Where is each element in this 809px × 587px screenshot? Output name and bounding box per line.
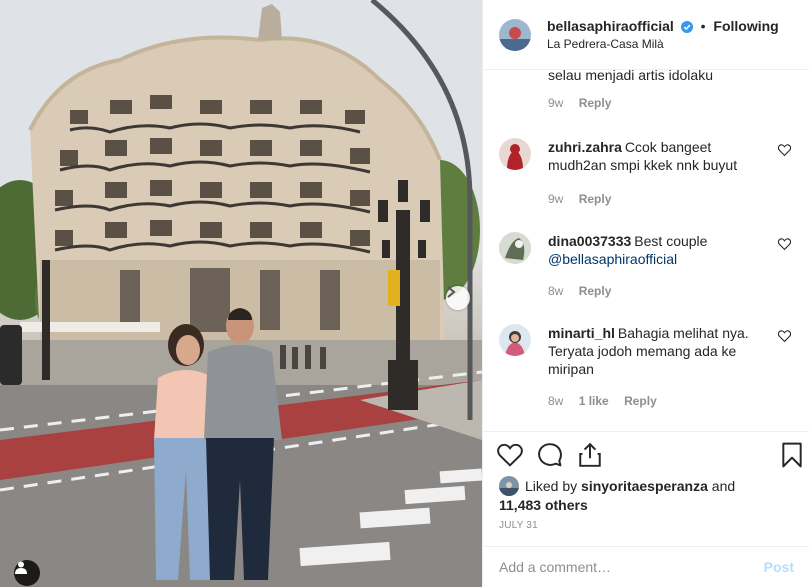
comment-time[interactable]: 9w (548, 192, 563, 206)
tagged-users-button[interactable] (14, 560, 40, 586)
liker-username[interactable]: sinyoritaesperanza (581, 478, 708, 494)
post-date[interactable]: JULY 31 (499, 520, 538, 531)
add-comment-input[interactable]: Add a comment… (499, 559, 764, 575)
comment-time[interactable]: 8w (548, 394, 563, 408)
commenter-avatar[interactable] (499, 232, 531, 264)
share-icon[interactable] (577, 442, 603, 468)
verified-badge-icon (680, 20, 693, 33)
next-photo-button[interactable] (446, 286, 470, 310)
action-bar (483, 431, 809, 480)
comment-likes-count[interactable]: 1 like (579, 394, 609, 408)
commenter-avatar[interactable] (499, 138, 531, 170)
author-username[interactable]: bellasaphiraofficial (547, 18, 674, 34)
separator-dot: • (700, 17, 706, 34)
reply-button[interactable]: Reply (624, 394, 657, 408)
likes-others-link[interactable]: 11,483 others (499, 497, 588, 513)
reply-button[interactable]: Reply (579, 284, 612, 298)
comment-text: zuhri.zahra Ccok bangeet mudh2an smpi kke… (548, 139, 738, 173)
comments-list: selau menjadi artis idolaku 9w Reply zuh… (483, 70, 809, 431)
header-meta: bellasaphiraofficial • Following La Pedr… (547, 17, 779, 53)
post-location[interactable]: La Pedrera-Casa Milà (547, 35, 779, 53)
liker-avatar[interactable] (499, 476, 519, 496)
user-tag-icon (15, 561, 27, 574)
author-avatar[interactable] (499, 18, 531, 51)
post-comment-button[interactable]: Post (764, 559, 794, 575)
chevron-right-icon (447, 286, 456, 298)
comment-time[interactable]: 9w (548, 96, 563, 110)
reply-button[interactable]: Reply (579, 192, 612, 206)
comment-meta: 9w Reply (548, 192, 623, 206)
post-header: bellasaphiraofficial • Following La Pedr… (483, 0, 809, 70)
follow-status-button[interactable]: Following (713, 18, 778, 34)
post-sidebar: bellasaphiraofficial • Following La Pedr… (482, 0, 809, 587)
comment-time[interactable]: 8w (548, 284, 563, 298)
comment-meta: 9w Reply (548, 96, 623, 110)
comment-meta: 8w 1 like Reply (548, 394, 669, 408)
heart-icon[interactable] (778, 330, 791, 342)
add-comment-bar: Add a comment… Post (483, 546, 809, 587)
comment-text: dina0037333 Best couple @bellasaphiraoffi… (548, 233, 708, 267)
comment-meta: 8w Reply (548, 284, 623, 298)
reply-button[interactable]: Reply (579, 96, 612, 110)
heart-icon[interactable] (497, 442, 523, 468)
commenter-username[interactable]: minarti_hl (548, 325, 615, 341)
commenter-username[interactable]: dina0037333 (548, 233, 631, 249)
commenter-username[interactable]: zuhri.zahra (548, 139, 622, 155)
post-photo[interactable] (0, 0, 482, 587)
commenter-avatar[interactable] (499, 324, 531, 356)
heart-icon[interactable] (778, 144, 791, 156)
comment-mention-link[interactable]: @bellasaphiraofficial (548, 251, 677, 267)
bookmark-icon[interactable] (779, 442, 805, 468)
comment-icon[interactable] (537, 442, 563, 468)
photo-illustration (0, 0, 482, 587)
comment-text: minarti_hl Bahagia melihat nya. Teryata j… (548, 325, 749, 377)
heart-icon[interactable] (778, 238, 791, 250)
likes-summary: Liked by sinyoritaesperanza and 11,483 o… (499, 476, 736, 513)
comment-text: selau menjadi artis idolaku (548, 70, 713, 83)
